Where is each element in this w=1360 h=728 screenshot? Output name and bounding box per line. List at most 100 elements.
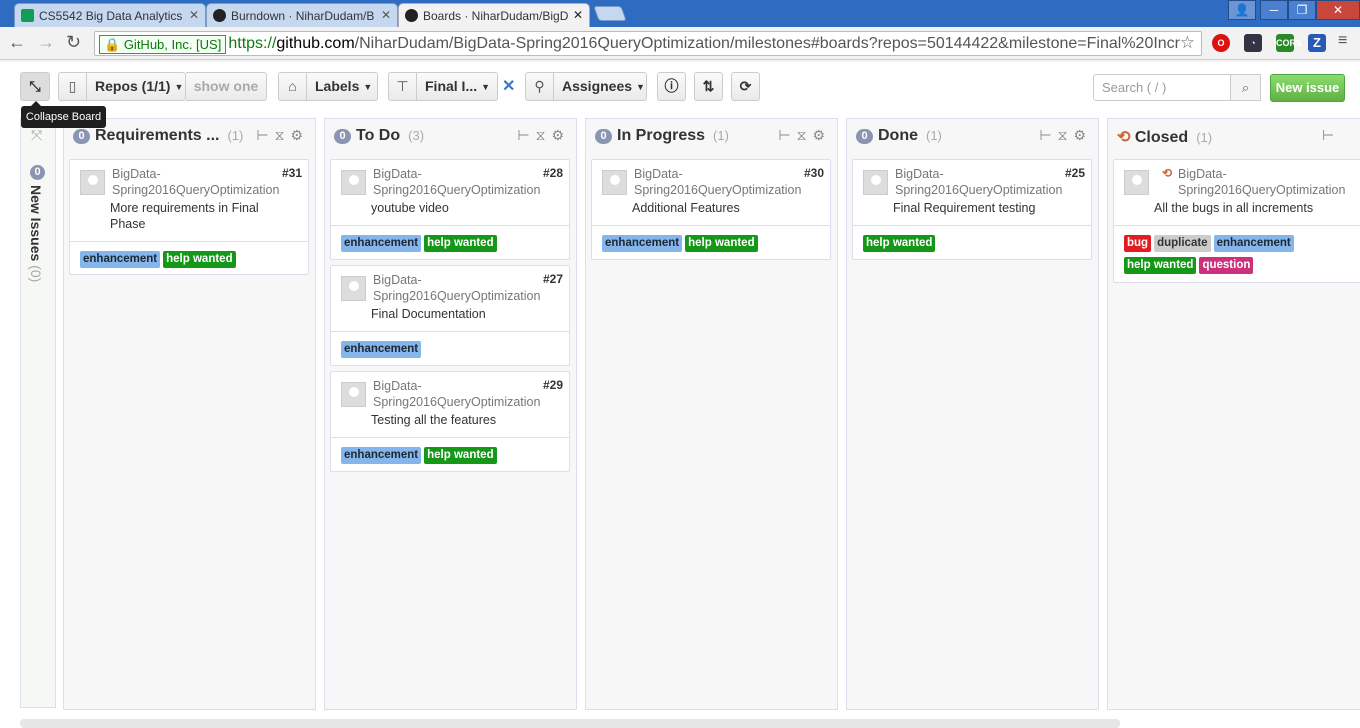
issue-number[interactable]: #28 [543, 166, 563, 180]
collapse-column-icon: ⧖ [535, 127, 552, 143]
issue-card[interactable]: ⟲ BigData-Spring2016QueryOptimization Al… [1113, 159, 1360, 283]
label-list: bug duplicate enhancement help wanted questi… [1114, 225, 1360, 274]
column-header: 0 To Do (3) ⊢⧖⚙ [325, 119, 576, 155]
chevron-down-icon: ▼ [363, 81, 373, 92]
issue-card[interactable]: BigData-Spring2016QueryOptimization #29 … [330, 371, 570, 472]
zotero-extension-icon[interactable]: Z [1308, 34, 1326, 52]
label-list: enhancement help wanted [331, 225, 569, 252]
column-to-do[interactable]: 0 To Do (3) ⊢⧖⚙ BigData-Spring2016QueryOp… [324, 118, 577, 710]
label-list: enhancement help wanted [331, 437, 569, 464]
label-enhancement[interactable]: enhancement [1213, 235, 1294, 252]
column-actions[interactable]: ⊢⧖⚙ [778, 127, 831, 144]
collapse-board-button[interactable]: ⤡ [20, 72, 50, 101]
label-help-wanted[interactable]: help wanted [1124, 257, 1197, 274]
horizontal-scrollbar[interactable] [20, 719, 1120, 728]
issue-title[interactable]: All the bugs in all increments [1154, 200, 1354, 216]
issue-number[interactable]: #25 [1065, 166, 1085, 180]
issue-card[interactable]: BigData-Spring2016QueryOptimization #31 … [69, 159, 309, 275]
browser-tab-boards[interactable]: Boards · NiharDudam/BigD ✕ [398, 3, 590, 27]
ev-certificate-badge[interactable]: 🔒 GitHub, Inc. [US] [99, 35, 227, 54]
issue-number[interactable]: #30 [804, 166, 824, 180]
column-done[interactable]: 0 Done (1) ⊢⧖⚙ BigData-Spring2016QueryOpt… [846, 118, 1099, 710]
close-tab-icon[interactable]: ✕ [573, 8, 583, 22]
reload-icon[interactable]: ↻ [66, 32, 81, 53]
issue-title[interactable]: Testing all the features [371, 412, 551, 428]
menu-icon[interactable]: ≡ [1338, 32, 1347, 50]
label-help-wanted[interactable]: help wanted [424, 447, 497, 464]
expand-column-icon[interactable]: ⤧ [31, 127, 42, 144]
closed-issue-icon: ⟲ [1117, 129, 1131, 146]
issue-title[interactable]: youtube video [371, 200, 551, 216]
repos-dropdown[interactable]: ▯ Repos (1/1) ▼ [58, 72, 186, 101]
maximize-button[interactable]: ❐ [1288, 0, 1316, 20]
minimize-button[interactable]: ─ [1260, 0, 1288, 20]
issue-number[interactable]: #31 [282, 166, 302, 180]
column-actions[interactable]: ⊢⧖⚙ [517, 127, 570, 144]
issue-card[interactable]: BigData-Spring2016QueryOptimization #25 … [852, 159, 1092, 260]
tab-title: CS5542 Big Data Analytics [39, 9, 183, 23]
clear-milestone-icon[interactable]: ✕ [502, 76, 515, 96]
label-list: enhancement [331, 331, 569, 358]
avatar [602, 170, 627, 195]
issue-number[interactable]: #29 [543, 378, 563, 392]
issue-title[interactable]: Additional Features [632, 200, 812, 216]
cors-extension-icon[interactable]: CORS [1276, 34, 1302, 52]
new-tab-button[interactable] [593, 6, 627, 21]
issue-title[interactable]: Final Requirement testing [893, 200, 1073, 216]
collapse-icon: ⤡ [29, 78, 41, 94]
label-help-wanted[interactable]: help wanted [163, 251, 236, 268]
pull-requests-filter-button[interactable]: ⇅ [694, 72, 723, 101]
new-issues-column[interactable]: ⤧ 0 New Issues (0) [20, 118, 56, 708]
label-enhancement[interactable]: enhancement [341, 447, 422, 464]
column-actions[interactable]: ⊢ [1322, 127, 1340, 144]
issue-card[interactable]: BigData-Spring2016QueryOptimization #30 … [591, 159, 831, 260]
label-enhancement[interactable]: enhancement [80, 251, 161, 268]
label-enhancement[interactable]: enhancement [341, 341, 422, 358]
column-title: In Progress (1) [617, 127, 729, 144]
issue-card[interactable]: BigData-Spring2016QueryOptimization #27 … [330, 265, 570, 366]
url-host: github.com [276, 35, 355, 52]
issue-title[interactable]: More requirements in Final Phase [110, 200, 280, 232]
browser-tab-burndown[interactable]: Burndown · NiharDudam/B ✕ [206, 3, 398, 27]
back-icon[interactable]: ← [8, 32, 26, 53]
label-help-wanted[interactable]: help wanted [685, 235, 758, 252]
milestone-dropdown[interactable]: ⊤ Final I... ▼ [388, 72, 498, 101]
speed-extension-icon[interactable]: ◔ [1244, 34, 1262, 52]
issue-card[interactable]: BigData-Spring2016QueryOptimization #28 … [330, 159, 570, 260]
column-requirements[interactable]: 0 Requirements ... (1) ⊢⧖⚙ BigData-Spring… [63, 118, 316, 710]
close-tab-icon[interactable]: ✕ [381, 8, 391, 22]
label-help-wanted[interactable]: help wanted [424, 235, 497, 252]
new-issue-button[interactable]: New issue [1270, 74, 1345, 102]
labels-dropdown[interactable]: ⌂ Labels ▼ [278, 72, 378, 101]
forward-icon[interactable]: → [37, 32, 55, 53]
column-closed[interactable]: ⟲ Closed (1) ⊢ ⟲ BigData-Spring2016QueryO… [1107, 118, 1360, 710]
close-window-button[interactable]: ✕ [1316, 0, 1360, 20]
column-actions[interactable]: ⊢⧖⚙ [256, 127, 309, 144]
issue-title[interactable]: Final Documentation [371, 306, 551, 322]
issues-filter-button[interactable]: ⓘ [657, 72, 686, 101]
label-enhancement[interactable]: enhancement [602, 235, 683, 252]
show-one-button[interactable]: show one [186, 72, 267, 101]
assignees-dropdown[interactable]: ⚲ Assignees ▼ [525, 72, 647, 101]
column-in-progress[interactable]: 0 In Progress (1) ⊢⧖⚙ BigData-Spring2016Q… [585, 118, 838, 710]
label-question[interactable]: question [1199, 257, 1254, 274]
column-count-badge: 0 [334, 129, 351, 144]
user-icon[interactable]: 👤 [1228, 0, 1256, 20]
browser-tab-course[interactable]: CS5542 Big Data Analytics ✕ [14, 3, 206, 27]
close-tab-icon[interactable]: ✕ [189, 8, 199, 22]
closed-filter-button[interactable]: ⟳ [731, 72, 760, 101]
issue-number[interactable]: #27 [543, 272, 563, 286]
opera-extension-icon[interactable]: O [1212, 34, 1230, 52]
column-count-badge: 0 [595, 129, 612, 144]
label-help-wanted[interactable]: help wanted [863, 235, 936, 252]
address-bar[interactable]: 🔒 GitHub, Inc. [US] https://github.com/Ni… [94, 31, 1202, 56]
bookmark-star-icon[interactable]: ☆ [1180, 33, 1195, 53]
collapse-column-icon: ⧖ [1057, 127, 1074, 143]
column-actions[interactable]: ⊢⧖⚙ [1039, 127, 1092, 144]
label-enhancement[interactable]: enhancement [341, 235, 422, 252]
closed-issue-icon: ⟲ [1162, 166, 1173, 180]
label-bug[interactable]: bug [1124, 235, 1152, 252]
search-input[interactable]: Search ( / ) [1093, 74, 1231, 101]
label-duplicate[interactable]: duplicate [1154, 235, 1211, 252]
search-icon[interactable]: ⌕ [1231, 74, 1261, 101]
